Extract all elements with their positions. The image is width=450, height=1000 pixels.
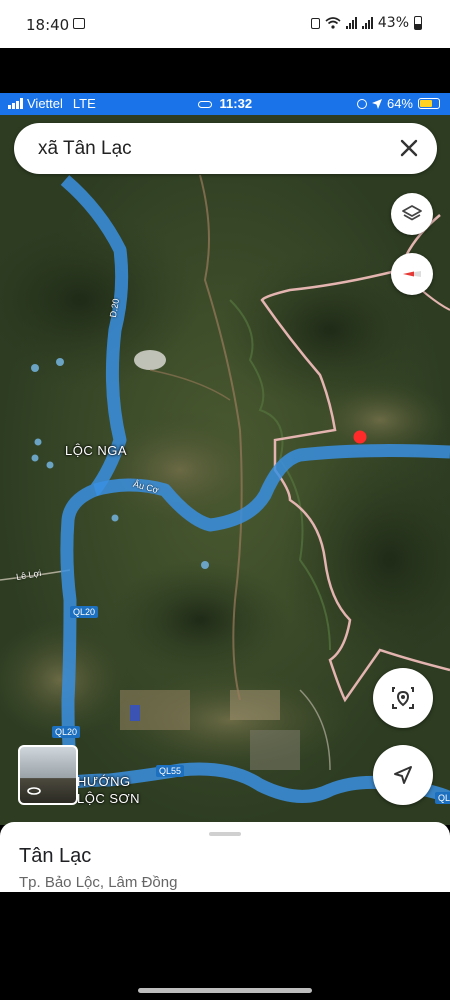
navigate-icon xyxy=(394,766,412,784)
navigate-button[interactable] xyxy=(373,745,433,805)
street-view-thumbnail[interactable] xyxy=(18,745,78,805)
android-status-icons: 43% xyxy=(310,15,422,31)
ios-status-bar: Viettel LTE 11:32 64% xyxy=(0,93,450,115)
sheet-handle[interactable] xyxy=(209,832,241,836)
search-query[interactable]: xã Tân Lạc xyxy=(38,138,132,160)
layers-button[interactable] xyxy=(391,193,433,235)
place-label-loc-son: LỘC SƠN xyxy=(77,791,141,806)
gallery-icon xyxy=(73,18,85,29)
layers-icon xyxy=(402,205,422,221)
place-sheet[interactable]: Tân Lạc Tp. Bảo Lộc, Lâm Đồng xyxy=(0,822,450,892)
location-arrow-icon xyxy=(371,98,382,109)
road-shield-ql20-a: QL20 xyxy=(70,606,99,618)
ios-time: 11:32 xyxy=(219,96,253,111)
lock-icon xyxy=(310,17,320,29)
wifi-icon xyxy=(325,17,341,29)
android-status-bar: 18:40 43% xyxy=(0,0,450,48)
android-time: 18:40 xyxy=(26,16,70,34)
rotation-lock-icon xyxy=(356,98,367,109)
close-icon[interactable] xyxy=(397,136,421,160)
battery-icon xyxy=(414,16,422,30)
ios-battery-icon xyxy=(418,98,440,109)
android-battery-text: 43% xyxy=(377,15,409,31)
location-button[interactable] xyxy=(373,668,433,728)
road-shield-ql20-b: QL20 xyxy=(52,726,81,738)
ios-battery-text: 64% xyxy=(386,96,413,111)
signal-icon-1 xyxy=(345,17,357,29)
screenshot-root: 18:40 43% Viettel LTE 11:32 64% LỘC NGA … xyxy=(0,0,450,1000)
ios-status-icons: 64% xyxy=(356,96,440,111)
location-pin-icon xyxy=(392,687,414,709)
road-shield-ql55: QL55 xyxy=(156,765,185,777)
home-gesture-bar[interactable] xyxy=(138,988,312,993)
place-title: Tân Lạc xyxy=(19,845,92,867)
place-marker-icon[interactable] xyxy=(353,430,367,444)
signal-icon-2 xyxy=(361,17,373,29)
place-label-huong: HƯỚNG xyxy=(77,774,131,789)
compass-button[interactable] xyxy=(391,253,433,295)
link-icon xyxy=(197,101,212,109)
street-view-icon xyxy=(27,787,41,795)
road-shield-ql: QL xyxy=(435,792,450,804)
place-address: Tp. Bảo Lộc, Lâm Đồng xyxy=(19,874,178,891)
place-label-loc-nga: LỘC NGA xyxy=(65,443,128,458)
search-bar[interactable]: xã Tân Lạc xyxy=(14,123,437,174)
compass-icon xyxy=(403,271,421,277)
android-nav-bar xyxy=(0,892,450,1000)
